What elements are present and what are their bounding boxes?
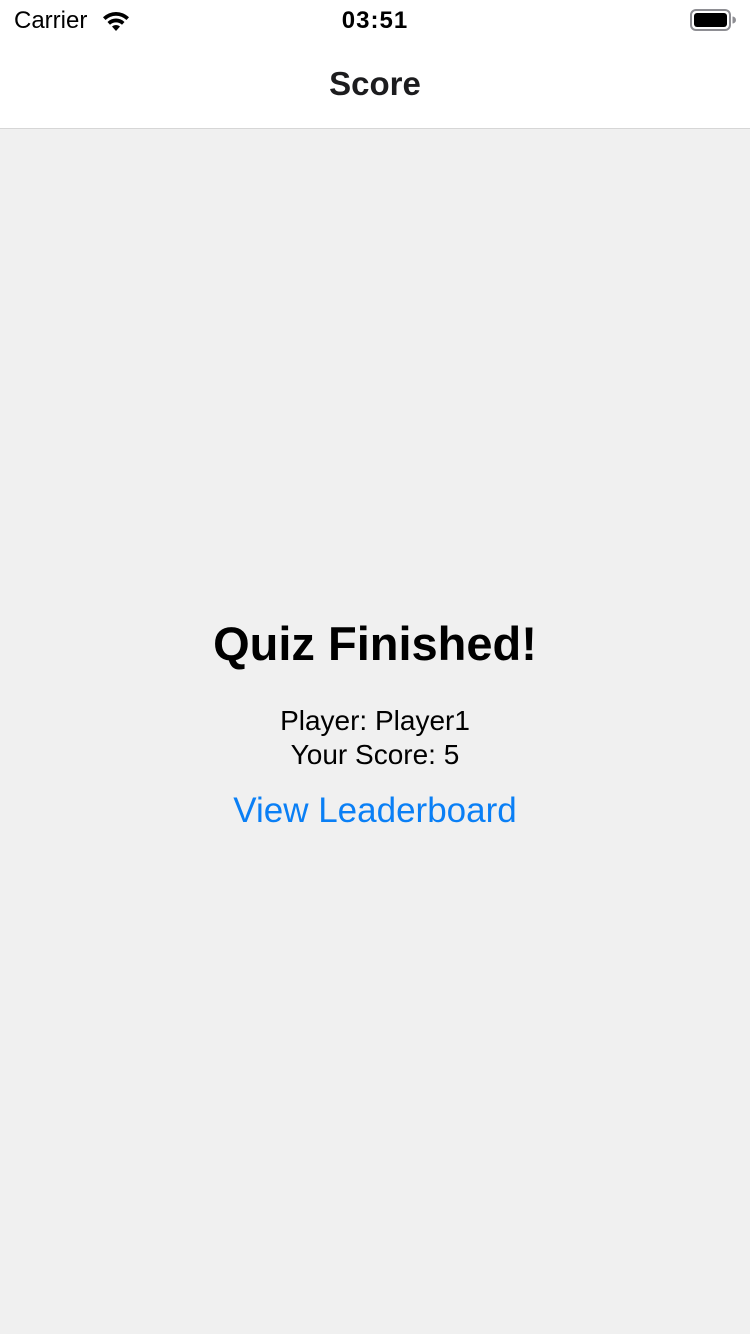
view-leaderboard-button[interactable]: View Leaderboard — [200, 788, 550, 834]
navigation-bar: Score — [0, 40, 750, 129]
quiz-finished-heading: Quiz Finished! — [213, 617, 537, 670]
status-time: 03:51 — [341, 7, 409, 34]
player-name-label: Player: Player1 — [280, 705, 470, 736]
content-area: Quiz Finished! Player: Player1 Your Scor… — [0, 129, 750, 1334]
score-screen: Carrier 03:51 Score Quiz Finished! Playe… — [0, 0, 750, 1334]
page-title: Score — [329, 65, 421, 102]
score-label: Your Score: 5 — [290, 739, 460, 770]
battery-icon — [690, 9, 736, 31]
status-bar: Carrier 03:51 — [0, 0, 750, 40]
